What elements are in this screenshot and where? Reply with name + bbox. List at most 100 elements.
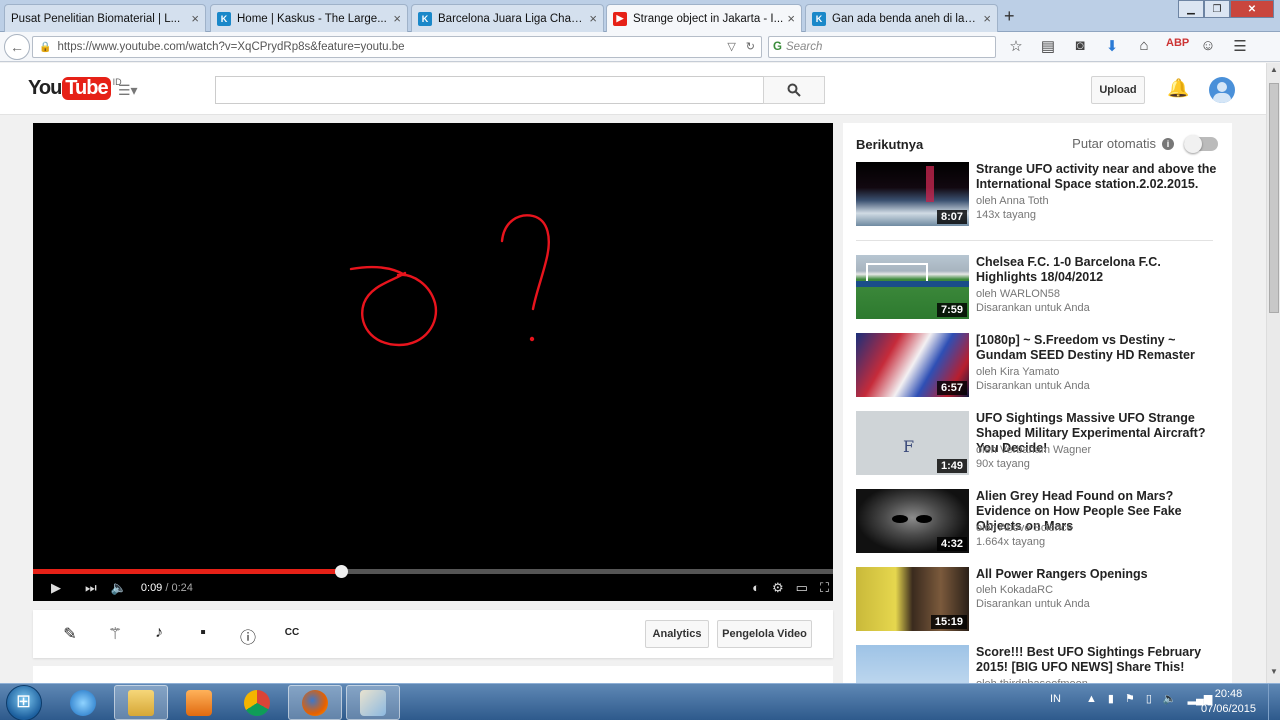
video-thumbnail[interactable]: 15:19: [856, 567, 969, 631]
close-window-icon[interactable]: ✕: [1230, 0, 1274, 18]
analytics-button[interactable]: Analytics: [645, 620, 709, 648]
browser-search-field[interactable]: G Search: [768, 36, 996, 58]
video-title[interactable]: Score!!! Best UFO Sightings February 201…: [976, 645, 1221, 675]
back-arrow-icon[interactable]: ←: [4, 34, 30, 60]
music-note-icon[interactable]: ♪: [149, 624, 169, 642]
video-title[interactable]: [1080p] ~ S.Freedom vs Destiny ~ Gundam …: [976, 333, 1221, 363]
youtube-search-input[interactable]: [215, 76, 764, 104]
menu-icon[interactable]: ☰: [1230, 37, 1250, 55]
video-thumbnail[interactable]: 7:59: [856, 255, 969, 319]
fullscreen-icon[interactable]: ⛶: [820, 580, 829, 596]
pencil-icon[interactable]: ✎: [60, 624, 80, 644]
url-text: https://www.youtube.com/watch?v=XqCPrydR…: [57, 41, 405, 53]
progress-bar[interactable]: [33, 565, 833, 578]
tab-pusat-penelitian[interactable]: Pusat Penelitian Biomaterial | L... ×: [4, 4, 206, 32]
scrollbar-thumb[interactable]: [1269, 83, 1279, 313]
list-item[interactable]: 15:19 All Power Rangers Openings oleh Ko…: [856, 567, 1221, 633]
dropdown-arrow-icon[interactable]: ▽: [727, 40, 735, 53]
close-icon[interactable]: ×: [983, 11, 991, 26]
video-title[interactable]: Chelsea F.C. 1-0 Barcelona F.C. Highligh…: [976, 255, 1221, 285]
pocket-icon[interactable]: ◙: [1070, 37, 1090, 55]
tab-kaskus-home[interactable]: K Home | Kaskus - The Large... ×: [210, 4, 408, 32]
info-icon[interactable]: i: [1162, 137, 1174, 150]
network-icon[interactable]: ▯: [1146, 692, 1152, 705]
chrome-icon[interactable]: [230, 685, 284, 720]
video-thumbnail[interactable]: F 1:49: [856, 411, 969, 475]
new-tab-icon[interactable]: +: [1004, 6, 1015, 27]
avatar[interactable]: [1209, 77, 1235, 103]
annotations-icon[interactable]: ◐: [752, 580, 760, 596]
video-frame[interactable]: [33, 123, 833, 568]
theater-mode-icon[interactable]: ▭: [796, 580, 808, 596]
close-icon[interactable]: ×: [787, 11, 795, 26]
video-thumbnail[interactable]: 4:32: [856, 489, 969, 553]
adblock-icon[interactable]: ABP: [1166, 37, 1189, 55]
video-title[interactable]: Strange UFO activity near and above the …: [976, 162, 1221, 192]
video-player[interactable]: ▶ ⏭ 🔈 0:09 / 0:24 ◐ ⚙ ▭ ⛶: [33, 123, 833, 601]
video-channel[interactable]: oleh Above Science: [976, 521, 1073, 535]
comment-icon[interactable]: ▪: [193, 624, 213, 642]
list-item[interactable]: 7:59 Chelsea F.C. 1-0 Barcelona F.C. Hig…: [856, 255, 1221, 321]
video-thumbnail[interactable]: [856, 645, 969, 685]
volume-icon[interactable]: 🔈: [111, 580, 127, 596]
show-desktop-button[interactable]: [1268, 684, 1280, 720]
bookmark-star-icon[interactable]: ☆: [1006, 37, 1026, 55]
settings-gear-icon[interactable]: ⚙: [772, 580, 784, 596]
list-item[interactable]: 8:07 Strange UFO activity near and above…: [856, 162, 1221, 228]
language-indicator[interactable]: IN: [1050, 693, 1061, 705]
info-icon[interactable]: ⓘ: [238, 624, 258, 648]
guide-menu-icon[interactable]: ☰▾: [118, 82, 138, 99]
firefox-icon[interactable]: [288, 685, 342, 720]
tab-gan-ada-benda[interactable]: K Gan ada benda aneh di lan... ×: [805, 4, 998, 32]
reading-list-icon[interactable]: ▤: [1038, 37, 1058, 55]
scroll-up-icon[interactable]: ▲: [1267, 65, 1280, 79]
chat-icon[interactable]: ☺: [1198, 37, 1218, 55]
usb-device-icon[interactable]: ▮: [1108, 692, 1114, 705]
download-icon[interactable]: ⬇: [1102, 37, 1122, 55]
start-button[interactable]: [6, 685, 42, 720]
list-item[interactable]: Score!!! Best UFO Sightings February 201…: [856, 645, 1221, 685]
autoplay-toggle[interactable]: [1184, 134, 1218, 153]
url-bar[interactable]: 🔒 https://www.youtube.com/watch?v=XqCPry…: [32, 36, 762, 58]
list-item[interactable]: F 1:49 UFO Sightings Massive UFO Strange…: [856, 411, 1221, 477]
page-scrollbar[interactable]: ▲ ▼: [1266, 63, 1280, 683]
video-channel[interactable]: oleh Anna Toth: [976, 194, 1049, 208]
video-thumbnail[interactable]: 6:57: [856, 333, 969, 397]
tab-barcelona[interactable]: K Barcelona Juara Liga Cham... ×: [411, 4, 604, 32]
scroll-down-icon[interactable]: ▼: [1267, 667, 1280, 681]
close-icon[interactable]: ×: [393, 11, 401, 26]
show-hidden-icons-icon[interactable]: ▲: [1086, 693, 1097, 705]
kaskus-favicon-icon: K: [812, 11, 826, 26]
volume-tray-icon[interactable]: 🔈: [1163, 692, 1177, 705]
tab-strange-object[interactable]: ▶ Strange object in Jakarta - I... ×: [606, 4, 802, 32]
close-icon[interactable]: ×: [589, 11, 597, 26]
video-thumbnail[interactable]: 8:07: [856, 162, 969, 226]
captions-icon[interactable]: CC: [282, 627, 302, 638]
internet-explorer-icon[interactable]: [56, 685, 110, 720]
bell-icon[interactable]: 🔔: [1167, 78, 1189, 99]
minimize-icon[interactable]: ▁: [1178, 0, 1204, 18]
list-item[interactable]: 6:57 [1080p] ~ S.Freedom vs Destiny ~ Gu…: [856, 333, 1221, 399]
file-explorer-icon[interactable]: [114, 685, 168, 720]
magic-wand-icon[interactable]: ⚚: [105, 624, 125, 644]
video-title[interactable]: All Power Rangers Openings: [976, 567, 1221, 582]
video-channel[interactable]: oleh KokadaRC: [976, 583, 1053, 597]
list-item[interactable]: 4:32 Alien Grey Head Found on Mars? Evid…: [856, 489, 1221, 555]
video-channel[interactable]: oleh Kira Yamato: [976, 365, 1059, 379]
paint-icon[interactable]: [346, 685, 400, 720]
home-icon[interactable]: ⌂: [1134, 37, 1154, 55]
youtube-logo[interactable]: You Tube ID: [28, 77, 122, 100]
close-icon[interactable]: ×: [191, 11, 199, 26]
media-player-icon[interactable]: [172, 685, 226, 720]
upload-button[interactable]: Upload: [1091, 76, 1145, 104]
search-icon[interactable]: [763, 76, 825, 104]
next-icon[interactable]: ⏭: [85, 580, 97, 596]
action-center-flag-icon[interactable]: ⚑: [1125, 692, 1135, 705]
reload-icon[interactable]: ↻: [746, 40, 755, 53]
maximize-icon[interactable]: ❐: [1204, 0, 1230, 18]
video-channel[interactable]: oleh Verbaham Wagner: [976, 443, 1091, 457]
play-icon[interactable]: ▶: [51, 580, 61, 596]
video-manager-button[interactable]: Pengelola Video: [717, 620, 812, 648]
video-channel[interactable]: oleh WARLON58: [976, 287, 1060, 301]
system-clock[interactable]: 20:48 07/06/2015: [1201, 687, 1256, 717]
